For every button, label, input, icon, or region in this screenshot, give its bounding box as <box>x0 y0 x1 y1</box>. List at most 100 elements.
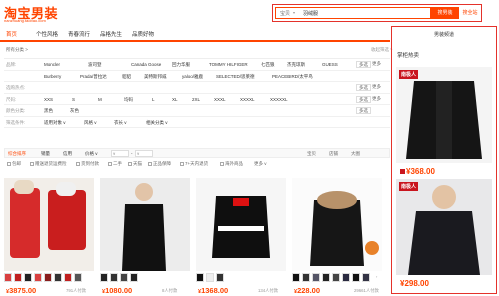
filter-option[interactable]: 均码 <box>124 97 133 103</box>
filter-option[interactable]: 美特斯邦威 <box>144 74 167 80</box>
product-card[interactable]: › ¥228.00 29661人付款 <box>292 178 382 296</box>
filter-option[interactable]: XXXXXL <box>270 97 288 102</box>
promo-image[interactable]: 南极人 <box>396 67 492 163</box>
product-image[interactable] <box>292 178 382 271</box>
thumbnail[interactable] <box>206 273 214 282</box>
filter-option[interactable]: M <box>98 97 102 102</box>
filter-option[interactable]: Canada Goose <box>131 62 161 67</box>
options-more[interactable]: 更多 v <box>254 161 267 167</box>
product-image[interactable] <box>196 178 286 271</box>
nav-home[interactable]: 首页 <box>6 30 17 38</box>
filter-option[interactable]: GUESS <box>322 62 338 67</box>
thumbnail[interactable] <box>24 273 32 282</box>
product-image[interactable] <box>4 178 94 271</box>
option-checkbox[interactable]: 货到付款 <box>76 161 99 167</box>
promo-item[interactable]: 南极人 ¥368.00 <box>396 67 492 179</box>
product-card[interactable]: ¥3875.00 791人付款 <box>4 178 94 296</box>
filter-option[interactable]: S <box>72 97 75 102</box>
filter-option[interactable]: L <box>152 97 155 102</box>
price-max-input[interactable]: ¥ <box>135 150 153 157</box>
thumbnail[interactable] <box>216 273 224 282</box>
sort-default[interactable]: 综合排序 <box>8 151 26 157</box>
filter-option[interactable]: XXS <box>44 97 53 102</box>
filter-option[interactable]: XL <box>172 97 178 102</box>
thumbnail[interactable] <box>342 273 350 282</box>
view-grid[interactable]: 大图 <box>351 151 360 157</box>
filter-option[interactable]: SELECTED/思莱德 <box>216 74 255 80</box>
option-checkbox[interactable]: 海外商品 <box>220 161 243 167</box>
option-checkbox[interactable]: 天猫 <box>128 161 142 167</box>
thumbnail[interactable] <box>34 273 42 282</box>
collapse-filter-toggle[interactable]: 收起筛选 ^ <box>371 47 392 53</box>
thumbnail[interactable] <box>196 273 204 282</box>
filter-option[interactable]: 杰克琼斯 <box>287 62 305 68</box>
filter-option[interactable]: XXXXL <box>240 97 255 102</box>
option-checkbox[interactable]: 7+天内退货 <box>180 161 208 167</box>
nav-gentleman[interactable]: 品格先生 <box>100 30 122 38</box>
multi-select-button[interactable]: 多选 <box>356 95 371 103</box>
nav-trend[interactable]: 青春流行 <box>68 30 90 38</box>
filter-option[interactable]: PEACEBIRD/太平鸟 <box>272 74 313 80</box>
filter-option[interactable]: Burberry <box>44 74 61 79</box>
thumbnail[interactable] <box>110 273 118 282</box>
thumbnail[interactable] <box>44 273 52 282</box>
filter-option[interactable]: 回力华服 <box>172 62 190 68</box>
thumbnail[interactable] <box>14 273 22 282</box>
thumbnail[interactable] <box>292 273 300 282</box>
price-min-input[interactable]: ¥ <box>111 150 129 157</box>
option-checkbox[interactable]: 赠送退货运费险 <box>30 161 67 167</box>
multi-select-button[interactable]: 多选 <box>356 107 371 114</box>
filter-option[interactable]: Prada/普拉达 <box>80 74 107 80</box>
option-checkbox[interactable]: 正品保障 <box>148 161 171 167</box>
product-card[interactable]: ¥1080.00 8人付款 <box>100 178 190 296</box>
nav-style[interactable]: 个性风格 <box>36 30 58 38</box>
thumbnail[interactable] <box>120 273 128 282</box>
panel-header[interactable]: 男装频道 <box>392 31 496 38</box>
promo-image[interactable]: 南极人 <box>396 179 492 275</box>
multi-select-button[interactable]: 多选 <box>356 84 371 91</box>
filter-dropdown[interactable]: 相关分类 v <box>146 120 168 126</box>
view-items[interactable]: 宝贝 <box>307 151 316 157</box>
filter-option[interactable]: TOMMY HILFIGER <box>209 62 248 67</box>
search-scope-select[interactable]: 宝贝 <box>280 10 290 17</box>
filter-option[interactable]: 灰色 <box>70 108 79 114</box>
thumbnail[interactable] <box>352 273 360 282</box>
search-men-button[interactable]: 搜男装 <box>431 7 459 19</box>
filter-dropdown[interactable]: 适用对象 v <box>44 120 66 126</box>
promo-item[interactable]: 南极人 ¥298.00 <box>396 179 492 291</box>
product-image[interactable] <box>100 178 190 271</box>
more-button[interactable]: 更多 <box>372 84 381 90</box>
filter-option[interactable]: 波司登 <box>88 62 102 68</box>
thumbnail[interactable] <box>100 273 108 282</box>
thumbnail[interactable] <box>54 273 62 282</box>
more-button[interactable]: 更多 <box>372 61 381 67</box>
option-checkbox[interactable]: 包邮 <box>7 161 21 167</box>
multi-select-button[interactable]: 多选 <box>356 61 371 68</box>
breadcrumb[interactable]: 所有分类 > <box>6 47 28 53</box>
thumbnail[interactable] <box>64 273 72 282</box>
option-checkbox[interactable]: 二手 <box>108 161 122 167</box>
filter-dropdown[interactable]: 风格 v <box>84 120 97 126</box>
filter-option[interactable]: XXXL <box>214 97 226 102</box>
filter-option[interactable]: yaloo/雅鹿 <box>182 74 203 80</box>
chevron-right-icon[interactable]: › <box>376 274 377 279</box>
thumbnail[interactable] <box>362 273 370 282</box>
sort-credit[interactable]: 信用 <box>63 151 72 157</box>
thumbnail[interactable] <box>332 273 340 282</box>
product-card[interactable]: ¥1368.00 134人付款 <box>196 178 286 296</box>
sort-price[interactable]: 价格 v <box>85 151 98 157</box>
thumbnail[interactable] <box>130 273 138 282</box>
thumbnail[interactable] <box>4 273 12 282</box>
filter-dropdown[interactable]: 衣长 v <box>114 120 127 126</box>
view-shops[interactable]: 店铺 <box>329 151 338 157</box>
search-all-button[interactable]: 搜全站 <box>460 7 480 19</box>
nav-quality[interactable]: 品质好物 <box>132 30 154 38</box>
thumbnail[interactable] <box>312 273 320 282</box>
search-input[interactable] <box>303 9 403 18</box>
filter-option[interactable]: 貂貂 <box>122 74 131 80</box>
filter-option[interactable]: 2XL <box>192 97 200 102</box>
chevron-down-icon[interactable]: ▾ <box>293 10 295 15</box>
sort-sales[interactable]: 销量 <box>41 151 50 157</box>
filter-option[interactable]: 七匹狼 <box>261 62 275 68</box>
more-button[interactable]: 更多 <box>372 96 381 102</box>
